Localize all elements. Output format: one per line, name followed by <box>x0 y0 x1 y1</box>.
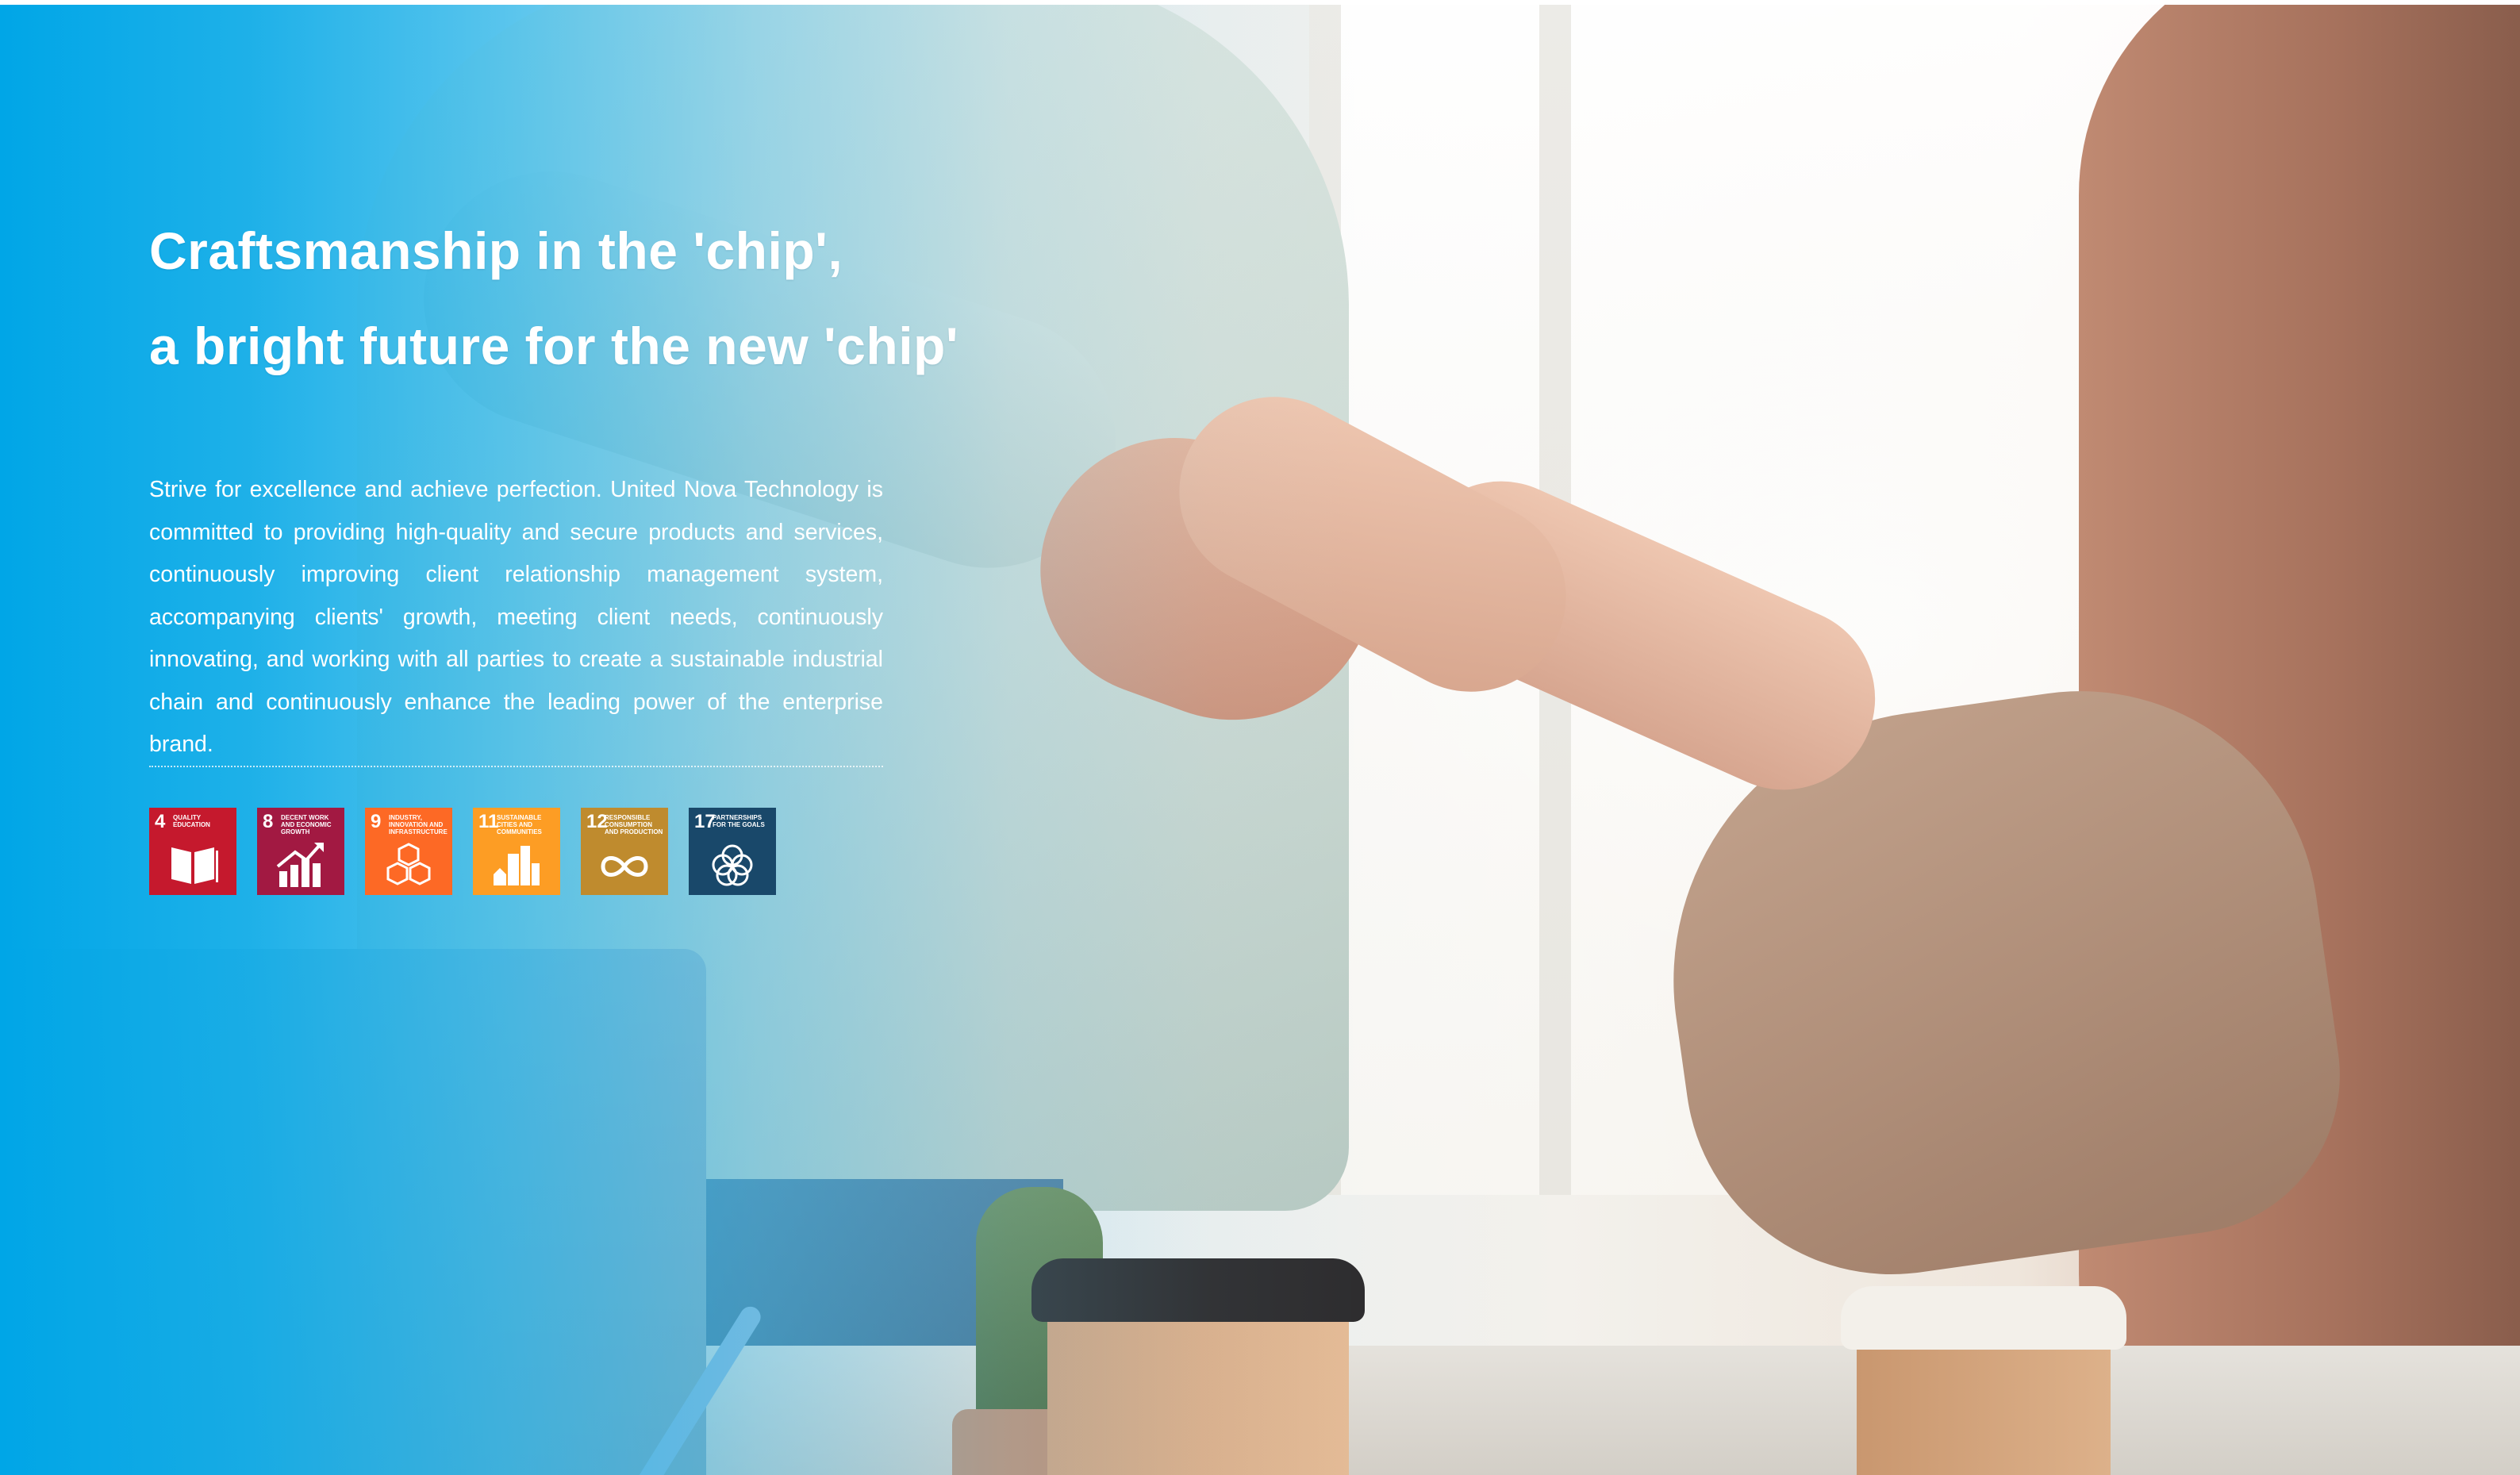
sdg-badge-9: 9 Industry, Innovation and Infrastructur… <box>365 808 452 895</box>
sdg-badge-8: 8 Decent Work and Economic Growth <box>257 808 344 895</box>
sdg-badge-4: 4 Quality Education <box>149 808 236 895</box>
infinity-icon <box>601 856 648 877</box>
sdg-label: Industry, Innovation and Infrastructure <box>389 814 448 835</box>
dotted-divider <box>149 766 883 767</box>
sdg-badge-12: 12 Responsible Consumption and Productio… <box>581 808 668 895</box>
sdg-label: Sustainable Cities and Communities <box>497 814 542 835</box>
headline-line-1: Craftsmanship in the 'chip', <box>149 221 843 280</box>
sdg-label: Responsible Consumption and Production <box>605 814 663 835</box>
sdg-number: 9 <box>371 811 382 832</box>
hero-description: Strive for excellence and achieve perfec… <box>149 477 883 757</box>
sdg-badge-17: 17 Partnerships for the Goals <box>689 808 776 895</box>
sdg-label: Quality Education <box>173 814 210 828</box>
growth-chart-icon <box>276 843 324 887</box>
hero-banner: Craftsmanship in the 'chip', a bright fu… <box>0 5 2520 1475</box>
sdg-number: 4 <box>155 811 166 832</box>
cubes-icon <box>386 843 431 885</box>
book-icon <box>171 847 218 884</box>
sdg-label: Decent Work and Economic Growth <box>281 814 332 835</box>
rings-icon <box>712 844 753 886</box>
headline-line-2: a bright future for the new 'chip' <box>149 317 959 375</box>
page-title: Craftsmanship in the 'chip', a bright fu… <box>149 203 1101 394</box>
sdg-badges: 4 Quality Education 8 Decent Work and Ec… <box>149 808 776 895</box>
sdg-number: 8 <box>263 811 274 832</box>
buildings-icon <box>494 846 540 885</box>
sdg-number: 11 <box>478 811 499 832</box>
sdg-badge-11: 11 Sustainable Cities and Communities <box>473 808 560 895</box>
sdg-label: Partnerships for the Goals <box>713 814 765 828</box>
